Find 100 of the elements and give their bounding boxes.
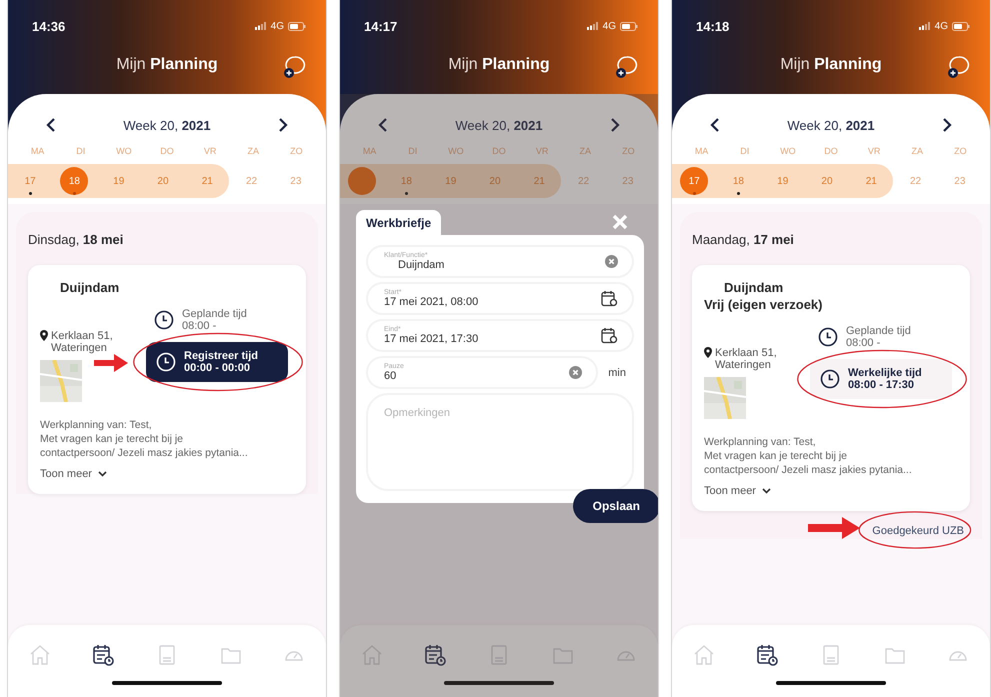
day-cell[interactable]: 22	[561, 164, 606, 198]
day-cell[interactable]: 23	[606, 164, 650, 198]
week-label: Week 20, 2021	[787, 118, 875, 132]
previous-week-icon[interactable]	[46, 118, 56, 132]
network-label: 4G	[270, 20, 284, 32]
day-cell[interactable]: 23	[938, 164, 982, 198]
nav-icon[interactable]	[423, 643, 448, 667]
approval-status: Goedgekeurd UZB	[872, 525, 964, 537]
next-week-icon[interactable]	[278, 118, 288, 132]
clock-icon	[820, 369, 840, 389]
day-cell[interactable]: 22	[893, 164, 938, 198]
planned-time: Geplande tijd 08:00 -	[182, 308, 247, 332]
clock-icon	[156, 352, 176, 372]
next-week-icon[interactable]	[610, 118, 620, 132]
location-pin-icon	[704, 347, 712, 358]
day-cell[interactable]: 18	[384, 164, 429, 198]
location-pin-icon	[40, 330, 48, 341]
nav-icon[interactable]	[755, 643, 780, 667]
nav-icon[interactable]	[91, 643, 116, 667]
notes-text: Werkplanning van: Test, Met vragen kan je terecht bij je contactpersoon/ Jezeli masz jakies pytania...	[40, 418, 249, 460]
weekday-label: ZA	[246, 146, 260, 158]
weekday-label: WO	[447, 146, 465, 158]
chat-add-icon[interactable]	[282, 54, 308, 80]
clear-icon[interactable]	[569, 366, 582, 379]
clear-icon[interactable]	[605, 255, 618, 268]
clock-icon	[818, 327, 838, 347]
weekday-label: MA	[362, 146, 378, 158]
weekday-label: DI	[739, 146, 750, 158]
save-button[interactable]: Opslaan	[572, 489, 658, 523]
weekday-label: DO	[491, 146, 507, 158]
time-button[interactable]: Registreer tijd 00:00 - 00:00	[146, 342, 288, 382]
day-cell[interactable]: 21	[185, 164, 230, 198]
show-more-link[interactable]: Toon meer	[704, 485, 771, 497]
day-cell[interactable]: 17	[672, 164, 716, 198]
weekday-label: DI	[75, 146, 86, 158]
day-cell[interactable]: 17	[8, 164, 52, 198]
weekday-label: VR	[866, 146, 882, 158]
weekday-label: VR	[534, 146, 550, 158]
weekday-label: WO	[115, 146, 133, 158]
day-cell[interactable]: 22	[229, 164, 274, 198]
screen-title: Mijn Planning	[780, 56, 882, 74]
time-button[interactable]: Werkelijke tijd 08:00 - 17:30	[810, 359, 952, 399]
weekday-label: MA	[694, 146, 710, 158]
previous-week-icon[interactable]	[378, 118, 388, 132]
day-cell[interactable]: 20	[472, 164, 518, 198]
appointment-title: Duijndam	[723, 279, 784, 296]
address-text: Kerklaan 51, Wateringen	[715, 347, 777, 371]
date-heading: Dinsdag, 18 mei	[28, 232, 124, 247]
day-cell[interactable]: 18	[52, 164, 97, 198]
chevron-down-icon	[98, 471, 107, 477]
network-label: 4G	[602, 20, 616, 32]
day-cell[interactable]: 19	[428, 164, 473, 198]
weekday-label: VR	[202, 146, 218, 158]
modal-title: Werkbriefje	[356, 210, 442, 235]
day-cell[interactable]: 20	[804, 164, 850, 198]
screen-title: Mijn Planning	[448, 56, 550, 74]
weekday-label: ZO	[953, 146, 968, 158]
day-cell[interactable]: 21	[517, 164, 562, 198]
unit-label: min	[608, 366, 627, 378]
date-heading: Maandag, 17 mei	[692, 232, 795, 247]
screen-title: Mijn Planning	[116, 56, 218, 74]
chat-add-icon[interactable]	[614, 54, 640, 80]
weekday-label: DI	[407, 146, 418, 158]
appointment-card[interactable]	[692, 265, 970, 511]
chevron-down-icon	[762, 488, 771, 494]
clock-icon	[154, 310, 174, 330]
weekday-label: DO	[159, 146, 175, 158]
weekday-label: ZO	[621, 146, 636, 158]
remarks-field[interactable]: Opmerkingen	[368, 395, 632, 489]
day-cell[interactable]: 18	[716, 164, 761, 198]
signal-icon	[918, 22, 931, 30]
day-cell[interactable]: 23	[274, 164, 318, 198]
weekday-label: ZO	[289, 146, 304, 158]
day-cell[interactable]: 19	[760, 164, 805, 198]
remarks-input[interactable]: Opmerkingen	[378, 403, 622, 465]
weekday-label: WO	[779, 146, 797, 158]
status-time: 14:17	[364, 18, 398, 34]
show-more-link[interactable]: Toon meer	[40, 468, 107, 480]
day-cell[interactable]: 21	[849, 164, 894, 198]
next-week-icon[interactable]	[942, 118, 952, 132]
status-time: 14:36	[32, 18, 66, 34]
close-icon[interactable]	[612, 214, 628, 230]
address-text: Kerklaan 51, Wateringen	[51, 330, 113, 354]
weekday-label: ZA	[578, 146, 592, 158]
calendar-clock-icon[interactable]	[601, 327, 618, 344]
battery-icon	[620, 22, 638, 30]
battery-icon	[288, 22, 306, 30]
day-cell[interactable]: 20	[140, 164, 186, 198]
previous-week-icon[interactable]	[710, 118, 720, 132]
week-label: Week 20, 2021	[455, 118, 543, 132]
calendar-clock-icon[interactable]	[601, 290, 618, 307]
day-cell[interactable]: 19	[96, 164, 141, 198]
weekday-label: ZA	[910, 146, 924, 158]
chat-add-icon[interactable]	[946, 54, 972, 80]
signal-icon	[586, 22, 599, 30]
appointment-title: Vrij (eigen verzoek)	[704, 296, 824, 313]
signal-icon	[254, 22, 267, 30]
appointment-card[interactable]: Duijndam Kerklaan 51, Wateringen Geplande tijd 08:00 - Registreer tijd 00:00 - 00:00 Werkplanning van: Test, Met vragen kan je terecht bij je contactpersoon/ Jezeli masz jakies pytania... Toon meer	[28, 265, 306, 494]
day-cell[interactable]	[340, 164, 384, 198]
week-label: Week 20, 2021	[123, 118, 211, 132]
